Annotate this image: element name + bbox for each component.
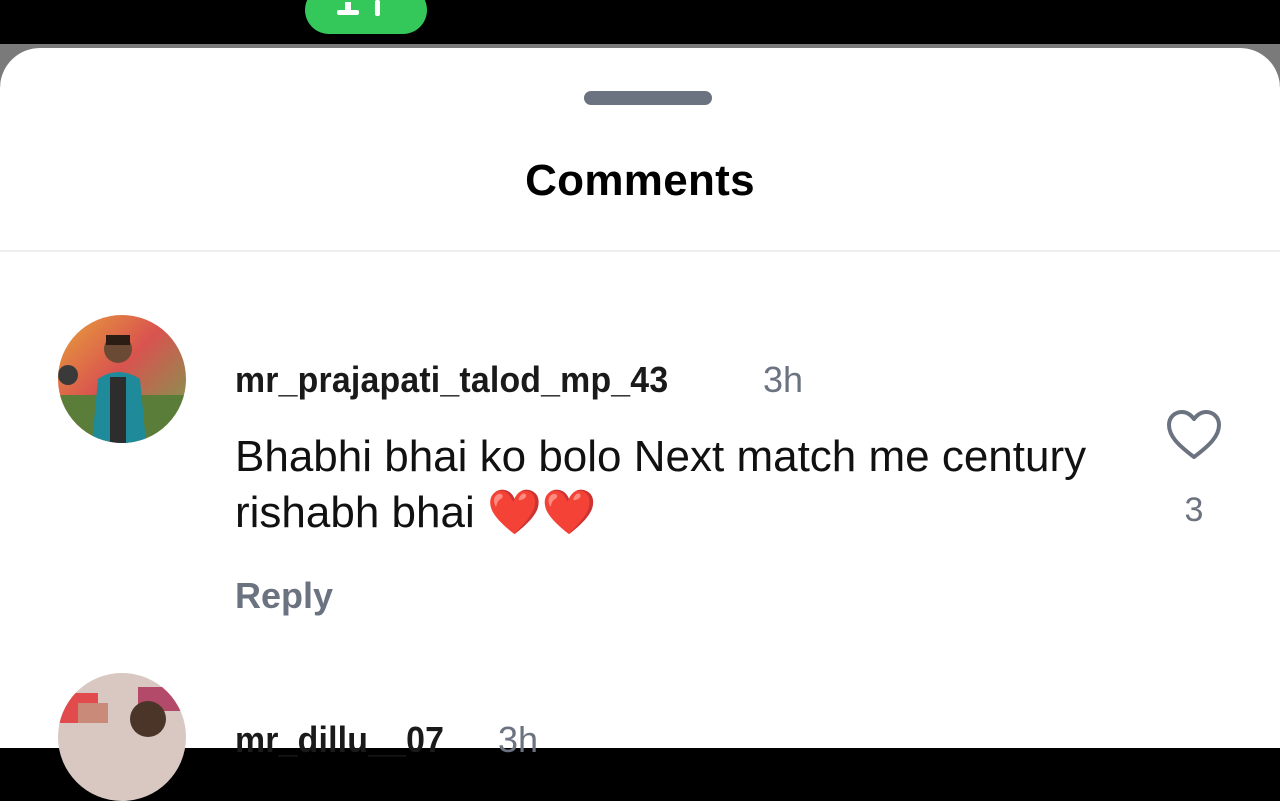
call-indicator-pill[interactable] bbox=[305, 0, 427, 34]
comment-username[interactable]: mr_dillu__07 bbox=[235, 719, 444, 761]
comments-sheet: Comments mr_prajapati_talod_mp_43 3h Bha… bbox=[0, 48, 1280, 801]
status-bar bbox=[0, 0, 1280, 48]
avatar[interactable] bbox=[58, 315, 186, 443]
comment-body: Bhabhi bhai ko bolo Next match me centur… bbox=[235, 432, 1087, 537]
sheet-title: Comments bbox=[525, 156, 755, 205]
header-divider bbox=[0, 250, 1280, 252]
heart-outline-icon[interactable] bbox=[1166, 409, 1222, 461]
comment-text: Bhabhi bhai ko bolo Next match me centur… bbox=[235, 429, 1115, 541]
like-count: 3 bbox=[1184, 491, 1204, 529]
call-indicator-icon bbox=[337, 0, 380, 16]
comment-timestamp: 3h bbox=[498, 719, 539, 760]
avatar[interactable] bbox=[58, 673, 186, 801]
comment-username[interactable]: mr_prajapati_talod_mp_43 bbox=[235, 359, 668, 401]
heart-emoji: ❤️❤️ bbox=[486, 488, 597, 537]
reply-button[interactable]: Reply bbox=[235, 575, 333, 617]
drag-handle[interactable] bbox=[584, 91, 712, 105]
comment-timestamp: 3h bbox=[763, 359, 804, 400]
